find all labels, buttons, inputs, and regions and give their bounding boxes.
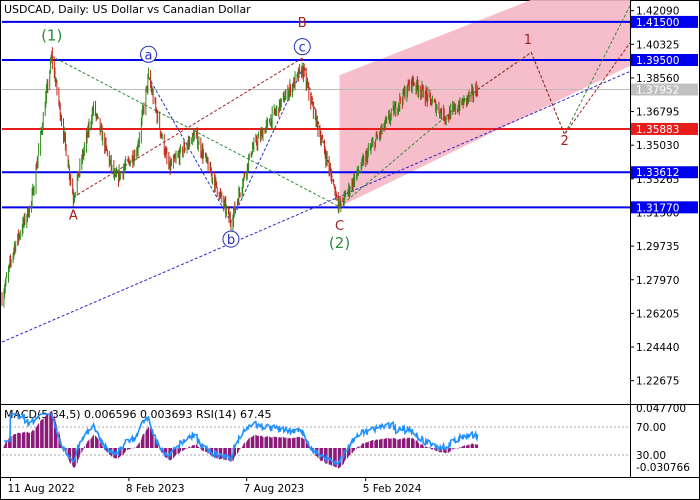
y-tick-label: 1.22675: [636, 376, 679, 388]
wave-label: (1): [41, 26, 62, 44]
wave-label: A: [69, 208, 78, 223]
y-tick-label: 1.27970: [636, 275, 679, 287]
x-tick-label: 8 Feb 2023: [126, 483, 185, 495]
y-tick-label: 1.29735: [636, 241, 679, 253]
macd-max-label: 0.047700: [636, 403, 686, 415]
x-tick-label: 5 Feb 2024: [363, 483, 422, 495]
wave-label: C: [335, 219, 344, 234]
x-tick-label: 11 Aug 2022: [8, 483, 75, 495]
level-badge-text: 1.39500: [636, 55, 679, 67]
wave-label: 2: [560, 134, 568, 149]
y-tick-label: 1.24440: [636, 342, 679, 354]
level-badge-text: 1.41500: [636, 17, 679, 29]
y-tick-label: 1.26205: [636, 308, 679, 320]
y-tick-label: 1.38560: [636, 73, 679, 85]
price-axis: 1.420901.403251.385601.367951.350301.332…: [630, 6, 698, 388]
level-badge-text: 1.35883: [636, 124, 679, 136]
wave-label: 1: [524, 33, 532, 48]
wave-label: (2): [329, 234, 350, 252]
wave-line-abc: [73, 57, 303, 198]
level-badge-text: 1.33612: [636, 167, 679, 179]
wave-label: a: [145, 48, 153, 63]
x-tick-label: 7 Aug 2023: [244, 483, 305, 495]
wave-label: B: [298, 16, 307, 31]
price-chart[interactable]: (1) (2) a b c A B C 1 2 1.42090 1.40325 1.38560 1.36…: [0, 0, 700, 500]
level-badge-text: 1.31770: [636, 202, 679, 214]
y-tick-label: 1.42090: [636, 6, 679, 18]
macd-min-label: -0.030766: [636, 462, 690, 474]
indicator-pane: 0.047700 -0.030766 70.00 30.00: [2, 403, 690, 474]
y-tick-label: 1.35030: [636, 140, 679, 152]
time-axis: 11 Aug 2022 8 Feb 2023 7 Aug 2023 5 Feb 202…: [8, 477, 422, 495]
wave-label: c: [299, 41, 306, 56]
y-tick-label: 1.40325: [636, 39, 679, 51]
current-price-text: 1.37952: [636, 85, 679, 97]
rsi-30-label: 30.00: [636, 450, 666, 462]
wave-label: b: [227, 233, 235, 248]
rsi-70-label: 70.00: [636, 422, 666, 434]
y-tick-label: 1.36795: [636, 107, 679, 119]
